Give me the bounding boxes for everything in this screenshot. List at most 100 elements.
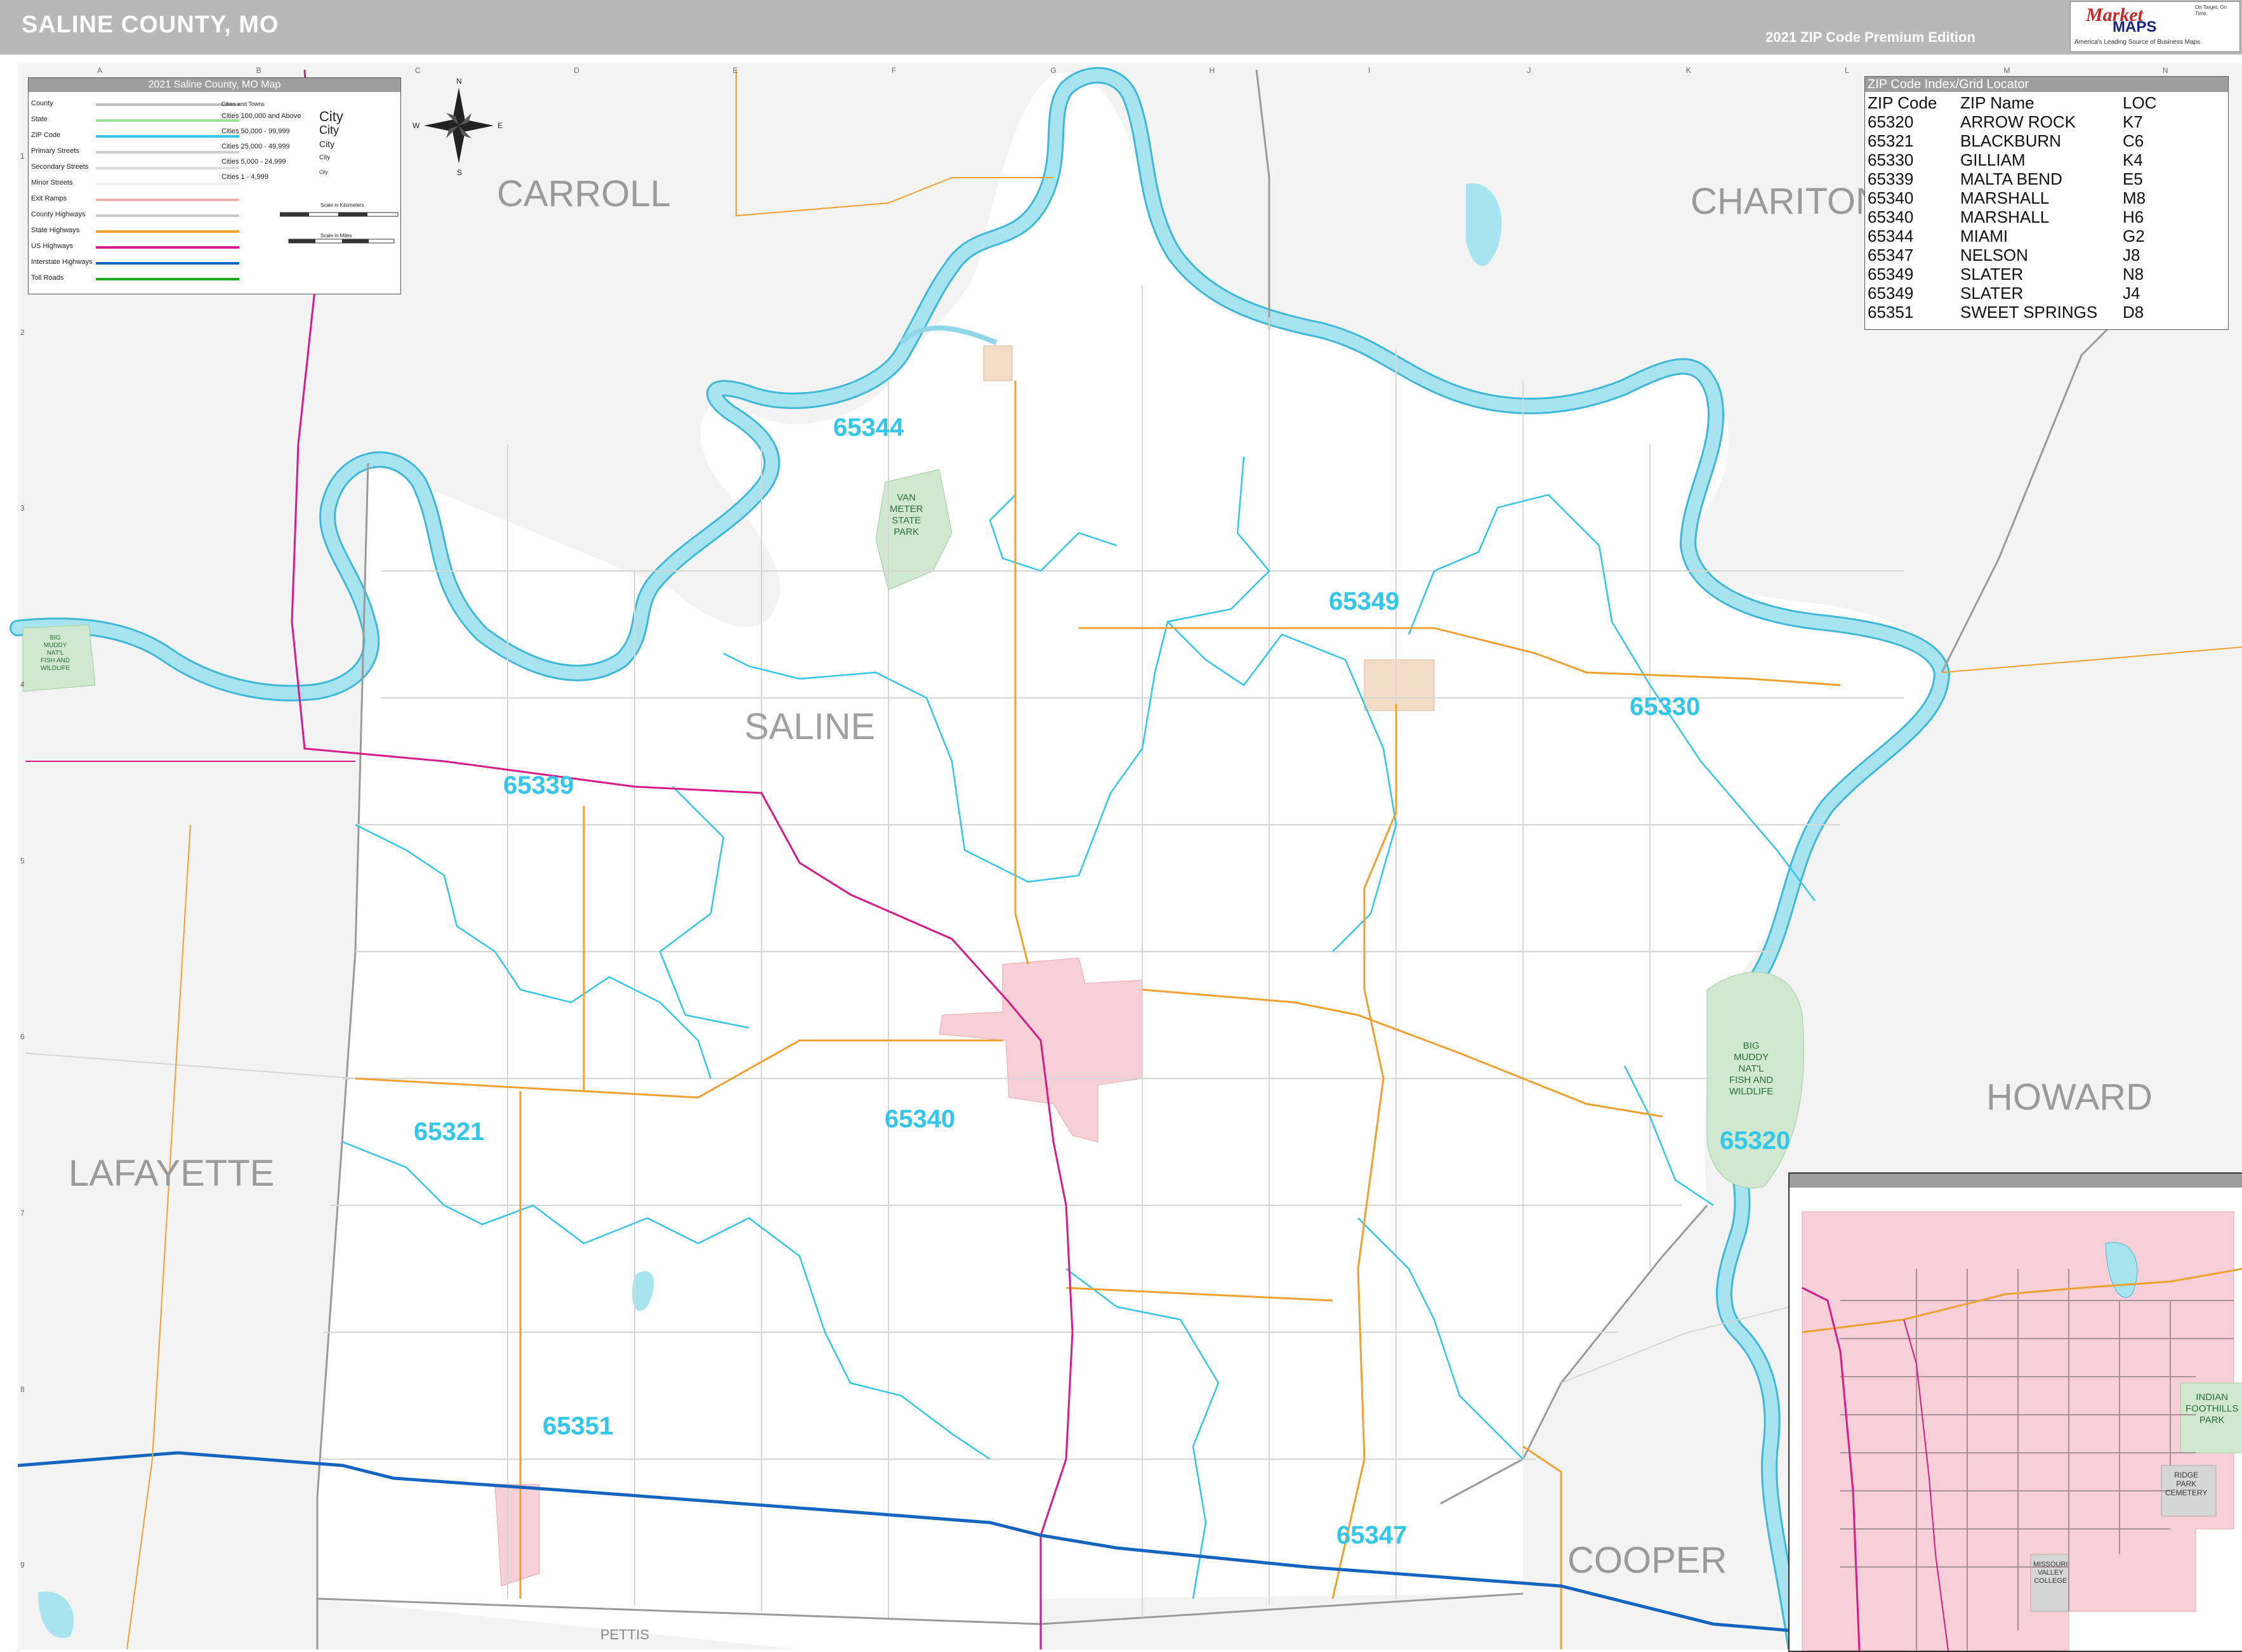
grid-row-label: 3: [20, 504, 25, 513]
legend-line-swatch: [96, 278, 239, 280]
legend-line-label: Minor Streets: [31, 179, 73, 187]
miami-urban-area: [983, 345, 1013, 381]
inset-canvas: [1790, 1188, 2242, 1651]
zip-code-index-table: ZIP Code Index/Grid Locator ZIP Code ZIP…: [1864, 76, 2229, 330]
zip-index-header-name: ZIP Name: [1960, 93, 2034, 112]
zip-index-loc: G2: [2123, 226, 2145, 246]
grid-row-label: 9: [20, 1561, 25, 1570]
slater-urban-area: [1364, 659, 1435, 711]
zip-index-name: SLATER: [1960, 265, 2024, 284]
zip-index-title: ZIP Code Index/Grid Locator: [1865, 77, 2228, 92]
grid-column-label: D: [574, 66, 579, 75]
zip-label-65339: 65339: [503, 771, 574, 799]
legend-city-symbol: City: [319, 139, 335, 149]
legend-city-class-label: Cities 50,000 - 99,999: [221, 128, 290, 135]
zip-label-65340: 65340: [885, 1105, 956, 1133]
park-label-big-muddy-west: BIG MUDDY NAT'L FISH AND WILDLIFE: [41, 634, 70, 672]
grid-column-label: B: [256, 66, 261, 75]
legend-line-label: Primary Streets: [31, 147, 79, 155]
zip-label-65330: 65330: [1630, 693, 1701, 721]
legend-line-swatch: [96, 135, 239, 138]
zip-index-name: NELSON: [1960, 246, 2028, 265]
county-label-howard: HOWARD: [1986, 1077, 2153, 1118]
zip-index-loc: D8: [2123, 303, 2144, 322]
zip-index-loc: N8: [2123, 265, 2144, 284]
legend-line-label: Exit Ramps: [31, 195, 67, 202]
grid-column-label: N: [2162, 66, 2168, 75]
compass-south: S: [457, 168, 462, 176]
grid-column-label: K: [1685, 66, 1691, 75]
zip-index-zip: 65330: [1868, 150, 1914, 169]
legend-city-class-label: Cities 25,000 - 49,999: [221, 143, 290, 150]
marshall-inset-map[interactable]: INDIAN FOOTHILLS PARK RIDGE PARK CEMETER…: [1788, 1172, 2242, 1652]
inset-label-missouri-valley: MISSOURI VALLEY COLLEGE: [2033, 1561, 2068, 1585]
legend-line-swatch: [96, 214, 239, 217]
grid-row-label: 2: [20, 327, 25, 337]
county-label-saline: SALINE: [744, 706, 876, 747]
grid-column-label: A: [97, 66, 103, 75]
legend-line-swatch: [96, 246, 239, 249]
legend-line-label: ZIP Code: [31, 131, 61, 139]
compass-east: E: [498, 121, 503, 130]
sweet-springs-urban-area: [494, 1484, 540, 1587]
zip-index-loc: H6: [2123, 207, 2144, 226]
legend-city-class-label: Cities 1 - 4,999: [221, 173, 268, 181]
grid-column-label: H: [1209, 66, 1215, 75]
zip-label-65320: 65320: [1720, 1127, 1791, 1155]
county-label-pettis: PETTIS: [600, 1627, 650, 1642]
zip-index-loc: K7: [2123, 112, 2143, 131]
zip-index-header-zip: ZIP Code: [1868, 93, 1937, 112]
zip-index-zip: 65349: [1868, 284, 1914, 303]
legend-line-label: Toll Roads: [31, 274, 64, 282]
park-label-van-meter: VAN METER STATE PARK: [890, 492, 923, 537]
legend-line-swatch: [96, 183, 239, 185]
zip-index-name: SLATER: [1960, 284, 2024, 303]
legend-city-class-label: Cities 5,000 - 24,999: [221, 158, 286, 166]
grid-column-label: M: [2003, 66, 2010, 75]
legend-line-label: Interstate Highways: [31, 258, 93, 266]
zip-index-header-loc: LOC: [2123, 93, 2157, 112]
zip-index-name: MIAMI: [1960, 226, 2008, 246]
zip-index-name: BLACKBURN: [1960, 131, 2061, 150]
legend-line-label: County Highways: [31, 211, 86, 218]
zip-index-loc: C6: [2123, 131, 2144, 150]
zip-index-loc: J4: [2123, 284, 2140, 303]
legend-line-label: County: [31, 100, 53, 107]
grid-column-label: F: [891, 66, 897, 75]
legend-line-swatch: [96, 119, 239, 122]
legend-line-label: US Highways: [31, 242, 74, 250]
grid-row-label: 8: [20, 1384, 25, 1394]
zip-index-name: GILLIAM: [1960, 150, 2026, 169]
legend-line-swatch: [96, 167, 239, 169]
zip-index-zip: 65349: [1868, 265, 1914, 284]
zip-index-zip: 65347: [1868, 246, 1914, 265]
legend-city-class-label: Cities 100,000 and Above: [221, 112, 301, 120]
legend-city-symbol: City: [319, 154, 331, 161]
zip-label-65349: 65349: [1329, 587, 1400, 615]
grid-row-label: 4: [20, 679, 25, 689]
zip-label-65347: 65347: [1336, 1521, 1408, 1549]
legend-city-symbol: City: [319, 108, 343, 124]
zip-label-65351: 65351: [543, 1412, 614, 1440]
grid-row-label: 6: [20, 1032, 25, 1042]
legend-line-label: Secondary Streets: [31, 163, 89, 171]
legend-city-symbol: City: [319, 169, 328, 175]
zip-index-zip: 65320: [1868, 112, 1914, 131]
legend-line-swatch: [96, 103, 239, 106]
grid-column-label: E: [732, 66, 738, 75]
legend-line-label: State Highways: [31, 226, 80, 234]
grid-column-label: G: [1050, 66, 1057, 75]
map-legend: 2021 Saline County, MO Map County State ZI…: [28, 77, 401, 294]
county-label-chariton: CHARITON: [1691, 181, 1882, 222]
compass-rose-icon: N S E W: [412, 77, 503, 176]
grid-row-label: 7: [20, 1208, 25, 1217]
legend-line-swatch: [96, 199, 239, 201]
park-label-big-muddy: BIG MUDDY NAT'L FISH AND WILDLIFE: [1729, 1040, 1774, 1097]
legend-line-label: State: [31, 115, 48, 123]
zip-index-zip: 65321: [1868, 131, 1914, 150]
zip-index-zip: 65340: [1868, 207, 1914, 226]
zip-index-loc: J8: [2123, 246, 2140, 265]
zip-index-zip: 65351: [1868, 303, 1914, 322]
grid-row-label: 5: [20, 856, 25, 865]
zip-label-65321: 65321: [414, 1118, 485, 1146]
